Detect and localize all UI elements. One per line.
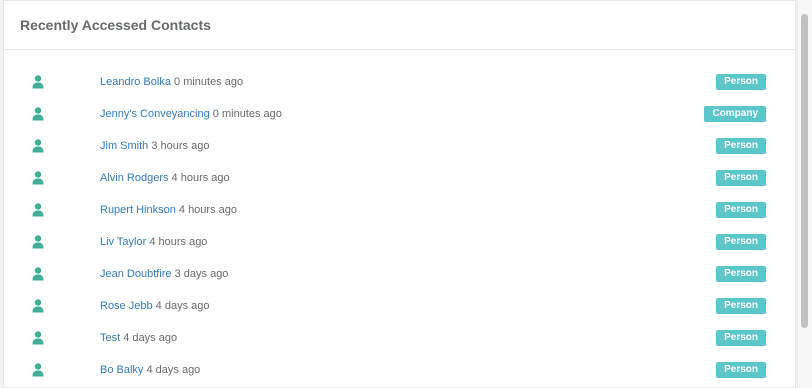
scrollbar-thumb[interactable] (801, 14, 808, 328)
list-item: Bo Balky 4 days ago Person (4, 354, 795, 386)
list-item: Rupert Hinkson 4 hours ago Person (4, 194, 795, 226)
contact-link[interactable]: Liv Taylor (100, 236, 146, 248)
panel-header: Recently Accessed Contacts (4, 1, 795, 50)
contact-link[interactable]: Bo Balky (100, 364, 143, 376)
contact-type-badge: Person (716, 330, 766, 346)
contact-link[interactable]: Alvin Rodgers (100, 172, 168, 184)
recent-contacts-panel: Recently Accessed Contacts Leandro Bolka… (3, 0, 796, 388)
contact-link[interactable]: Rupert Hinkson (100, 204, 176, 216)
last-accessed: 0 minutes ago (174, 76, 244, 88)
last-accessed: 4 days ago (123, 332, 178, 344)
person-icon (32, 267, 44, 281)
last-accessed: 3 hours ago (151, 140, 210, 152)
contacts-list: Leandro Bolka 0 minutes ago Person Jenny… (4, 66, 795, 386)
contact-type-badge: Person (716, 298, 766, 314)
person-icon (32, 363, 44, 377)
contact-type-badge: Person (716, 170, 766, 186)
last-accessed: 4 days ago (146, 364, 201, 376)
contact-link[interactable]: Jenny's Conveyancing (100, 108, 210, 120)
list-item: Liv Taylor 4 hours ago Person (4, 226, 795, 258)
contact-link[interactable]: Rose Jebb (100, 300, 153, 312)
contact-link[interactable]: Test (100, 332, 120, 344)
last-accessed: 4 hours ago (178, 204, 237, 216)
vertical-scrollbar[interactable] (797, 0, 812, 388)
person-icon (32, 299, 44, 313)
contact-link[interactable]: Jean Doubtfire (100, 268, 172, 280)
contact-type-badge: Person (716, 138, 766, 154)
list-item: Jim Smith 3 hours ago Person (4, 130, 795, 162)
list-item: Jean Doubtfire 3 days ago Person (4, 258, 795, 290)
last-accessed: 4 hours ago (149, 236, 208, 248)
contact-type-badge: Person (716, 202, 766, 218)
list-item: Rose Jebb 4 days ago Person (4, 290, 795, 322)
person-icon (32, 203, 44, 217)
contact-link[interactable]: Jim Smith (100, 140, 148, 152)
list-item: Leandro Bolka 0 minutes ago Person (4, 66, 795, 98)
person-icon (32, 107, 44, 121)
contact-link[interactable]: Leandro Bolka (100, 76, 171, 88)
person-icon (32, 171, 44, 185)
contact-type-badge: Person (716, 234, 766, 250)
person-icon (32, 139, 44, 153)
last-accessed: 4 hours ago (171, 172, 230, 184)
last-accessed: 4 days ago (155, 300, 210, 312)
last-accessed: 0 minutes ago (212, 108, 282, 120)
contact-type-badge: Person (716, 266, 766, 282)
person-icon (32, 331, 44, 345)
last-accessed: 3 days ago (174, 268, 229, 280)
panel-title: Recently Accessed Contacts (20, 17, 211, 33)
contact-type-badge: Company (704, 106, 766, 122)
contact-type-badge: Person (716, 362, 766, 378)
list-item: Jenny's Conveyancing 0 minutes ago Compa… (4, 98, 795, 130)
person-icon (32, 235, 44, 249)
list-item: Alvin Rodgers 4 hours ago Person (4, 162, 795, 194)
person-icon (32, 75, 44, 89)
list-item: Test 4 days ago Person (4, 322, 795, 354)
contact-type-badge: Person (716, 74, 766, 90)
